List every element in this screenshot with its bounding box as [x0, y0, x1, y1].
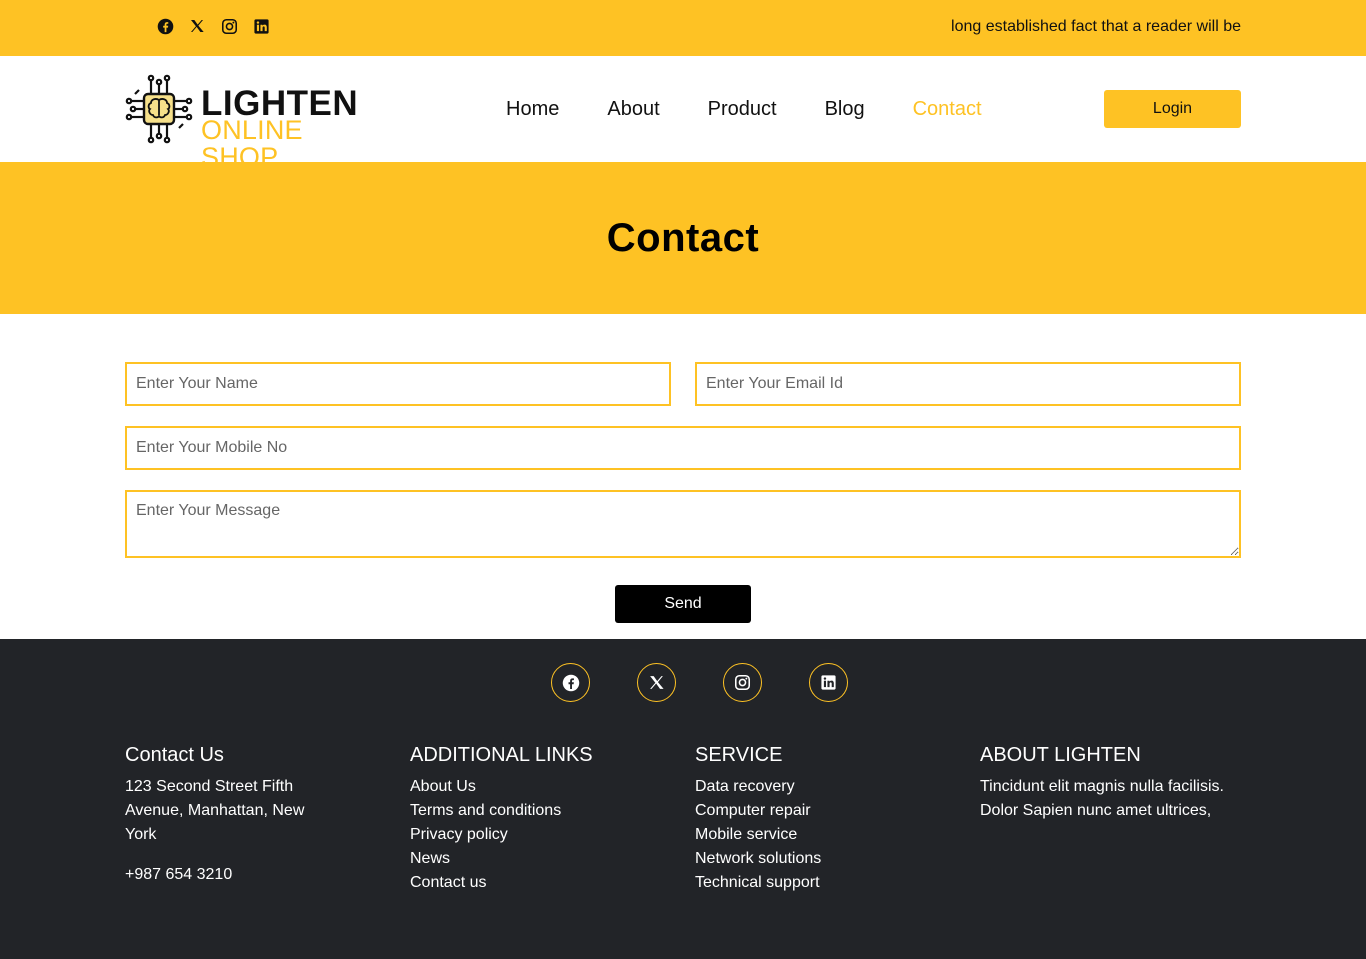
footer-service-heading: SERVICE — [695, 744, 783, 766]
page-banner: Contact — [0, 162, 1366, 314]
site-logo[interactable]: LIGHTEN ONLINE SHOP — [125, 74, 385, 171]
nav-about[interactable]: About — [607, 98, 659, 121]
top-tagline: long established fact that a reader will… — [951, 18, 1241, 35]
facebook-icon[interactable] — [156, 17, 174, 35]
send-button[interactable]: Send — [615, 585, 751, 623]
x-icon[interactable] — [637, 663, 676, 702]
footer-links: ADDITIONAL LINKS About Us Terms and cond… — [410, 743, 670, 895]
email-input[interactable] — [695, 362, 1241, 406]
footer-link-terms[interactable]: Terms and conditions — [410, 799, 670, 823]
message-textarea[interactable] — [125, 490, 1241, 558]
footer-service-item[interactable]: Data recovery — [695, 775, 955, 799]
nav-product[interactable]: Product — [708, 98, 777, 121]
footer-link-news[interactable]: News — [410, 847, 670, 871]
linkedin-icon[interactable] — [252, 17, 270, 35]
page-title: Contact — [606, 215, 760, 260]
footer-service-item[interactable]: Computer repair — [695, 799, 955, 823]
name-input[interactable] — [125, 362, 671, 406]
login-button[interactable]: Login — [1104, 90, 1241, 128]
nav-blog[interactable]: Blog — [825, 98, 865, 121]
x-icon[interactable] — [188, 17, 206, 35]
top-bar: long established fact that a reader will… — [0, 0, 1366, 56]
facebook-icon[interactable] — [551, 663, 590, 702]
footer-about: ABOUT LIGHTEN Tincidunt elit magnis null… — [980, 743, 1235, 823]
footer-link-about[interactable]: About Us — [410, 775, 670, 799]
linkedin-icon[interactable] — [809, 663, 848, 702]
footer-phone[interactable]: +987 654 3210 — [125, 863, 325, 887]
footer-link-privacy[interactable]: Privacy policy — [410, 823, 670, 847]
main-nav: Home About Product Blog Contact — [506, 98, 1030, 121]
footer-service-item[interactable]: Technical support — [695, 871, 955, 895]
footer-about-text: Tincidunt elit magnis nulla facilisis. D… — [980, 778, 1224, 819]
mobile-input[interactable] — [125, 426, 1241, 470]
footer-link-contact[interactable]: Contact us — [410, 871, 670, 895]
footer-social-links — [551, 663, 848, 702]
footer-service-item[interactable]: Network solutions — [695, 847, 955, 871]
top-social-links — [156, 17, 270, 35]
site-header: LIGHTEN ONLINE SHOP Home About Product B… — [0, 56, 1366, 171]
footer-contact-heading: Contact Us — [125, 744, 224, 766]
footer-address: 123 Second Street Fifth Avenue, Manhatta… — [125, 778, 305, 843]
footer-service-item[interactable]: Mobile service — [695, 823, 955, 847]
chip-brain-icon — [125, 74, 193, 144]
footer-contact: Contact Us 123 Second Street Fifth Avenu… — [125, 743, 325, 887]
site-footer: Contact Us 123 Second Street Fifth Avenu… — [0, 639, 1366, 959]
footer-about-heading: ABOUT LIGHTEN — [980, 744, 1141, 766]
instagram-icon[interactable] — [220, 17, 238, 35]
footer-service: SERVICE Data recovery Computer repair Mo… — [695, 743, 955, 895]
footer-links-heading: ADDITIONAL LINKS — [410, 744, 593, 766]
nav-contact[interactable]: Contact — [913, 98, 982, 121]
nav-home[interactable]: Home — [506, 98, 559, 121]
instagram-icon[interactable] — [723, 663, 762, 702]
